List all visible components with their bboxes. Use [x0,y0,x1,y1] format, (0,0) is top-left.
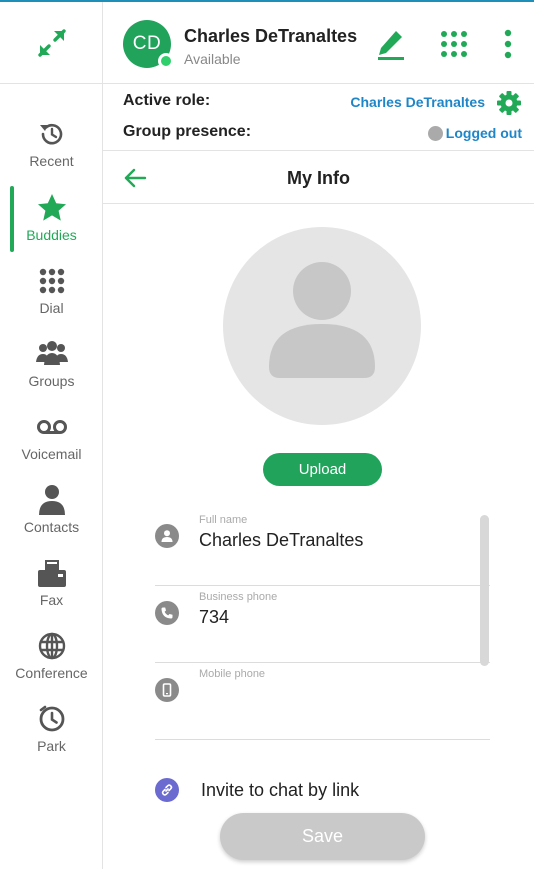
user-status[interactable]: Available [184,51,241,67]
save-button[interactable]: Save [220,813,425,860]
presence-offline-icon [427,125,443,141]
sidebar-item-label: Contacts [23,519,80,535]
dialpad-icon [39,268,64,294]
page-title: My Info [287,168,350,188]
mobile-phone-input[interactable] [199,684,479,705]
clock-icon [39,705,64,732]
active-role-row: Active role: Charles DeTranaltes [103,90,534,116]
fields-scrollbar[interactable] [480,515,489,666]
sidebar-item-label: Groups [28,373,75,389]
invite-to-chat-link[interactable]: Invite to chat by link [155,777,359,803]
expand-button[interactable] [0,2,103,84]
sidebar-item-groups[interactable]: Groups [0,337,103,401]
mobile-phone-field: Mobile phone [155,662,490,740]
sidebar-item-voicemail[interactable]: Voicemail [0,410,103,474]
business-phone-label: Business phone [199,591,278,603]
more-button[interactable] [490,26,526,62]
profile-photo [223,227,421,425]
history-icon [39,123,62,145]
invite-label: Invite to chat by link [201,779,360,800]
sidebar-item-dial[interactable]: Dial [0,264,103,328]
person-icon [155,524,179,548]
sidebar-item-label: Buddies [26,227,77,243]
sidebar-item-label: Park [37,738,66,754]
full-name-field: Full name [155,508,490,586]
sidebar-item-label: Recent [29,153,74,169]
sidebar-item-label: Fax [39,592,64,608]
group-presence-status[interactable]: Logged out [427,125,522,141]
globe-icon [38,632,65,660]
page-header: My Info [103,150,534,204]
fax-icon [37,560,66,587]
person-placeholder-icon [269,262,375,378]
sidebar-item-park[interactable]: Park [0,702,103,766]
sidebar-item-buddies[interactable]: Buddies [0,191,103,255]
active-role-label: Active role: [123,92,211,109]
more-vertical-icon [504,29,512,59]
sidebar-item-label: Voicemail [21,446,82,462]
sidebar-item-label: Dial [39,300,64,316]
upload-button[interactable]: Upload [263,453,382,486]
sidebar-item-contacts[interactable]: Contacts [0,483,103,547]
sidebar-item-label: Conference [15,665,88,681]
role-settings-button[interactable] [496,90,522,116]
phone-icon [155,601,179,625]
expand-icon [37,28,66,57]
mobile-icon [155,678,179,702]
star-icon [37,194,66,221]
sidebar: Recent Buddies Dial Groups Voicemail Con… [0,2,103,869]
link-icon [155,778,179,802]
presence-dot [158,53,174,69]
group-presence-value: Logged out [445,125,522,141]
sidebar-item-recent[interactable]: Recent [0,117,103,181]
active-role-link[interactable]: Charles DeTranaltes [350,94,485,110]
sidebar-item-fax[interactable]: Fax [0,556,103,620]
business-phone-field: Business phone [155,585,490,663]
dialpad-icon [441,31,467,57]
gear-icon [497,91,521,115]
contact-icon [38,485,65,515]
voicemail-icon [36,420,67,434]
groups-icon [35,341,68,365]
business-phone-input[interactable] [199,607,479,628]
header: CD Charles DeTranaltes Available [103,2,534,84]
group-presence-row: Group presence: Logged out [103,121,534,147]
user-name: Charles DeTranaltes [184,26,358,46]
full-name-label: Full name [199,514,248,526]
dialpad-button[interactable] [436,26,472,62]
pencil-icon [378,31,404,60]
group-presence-label: Group presence: [123,123,252,140]
full-name-input[interactable] [199,530,479,551]
avatar-initials: CD [132,33,162,54]
mobile-phone-label: Mobile phone [199,668,266,680]
edit-button[interactable] [373,26,409,62]
sidebar-item-conference[interactable]: Conference [0,629,103,693]
